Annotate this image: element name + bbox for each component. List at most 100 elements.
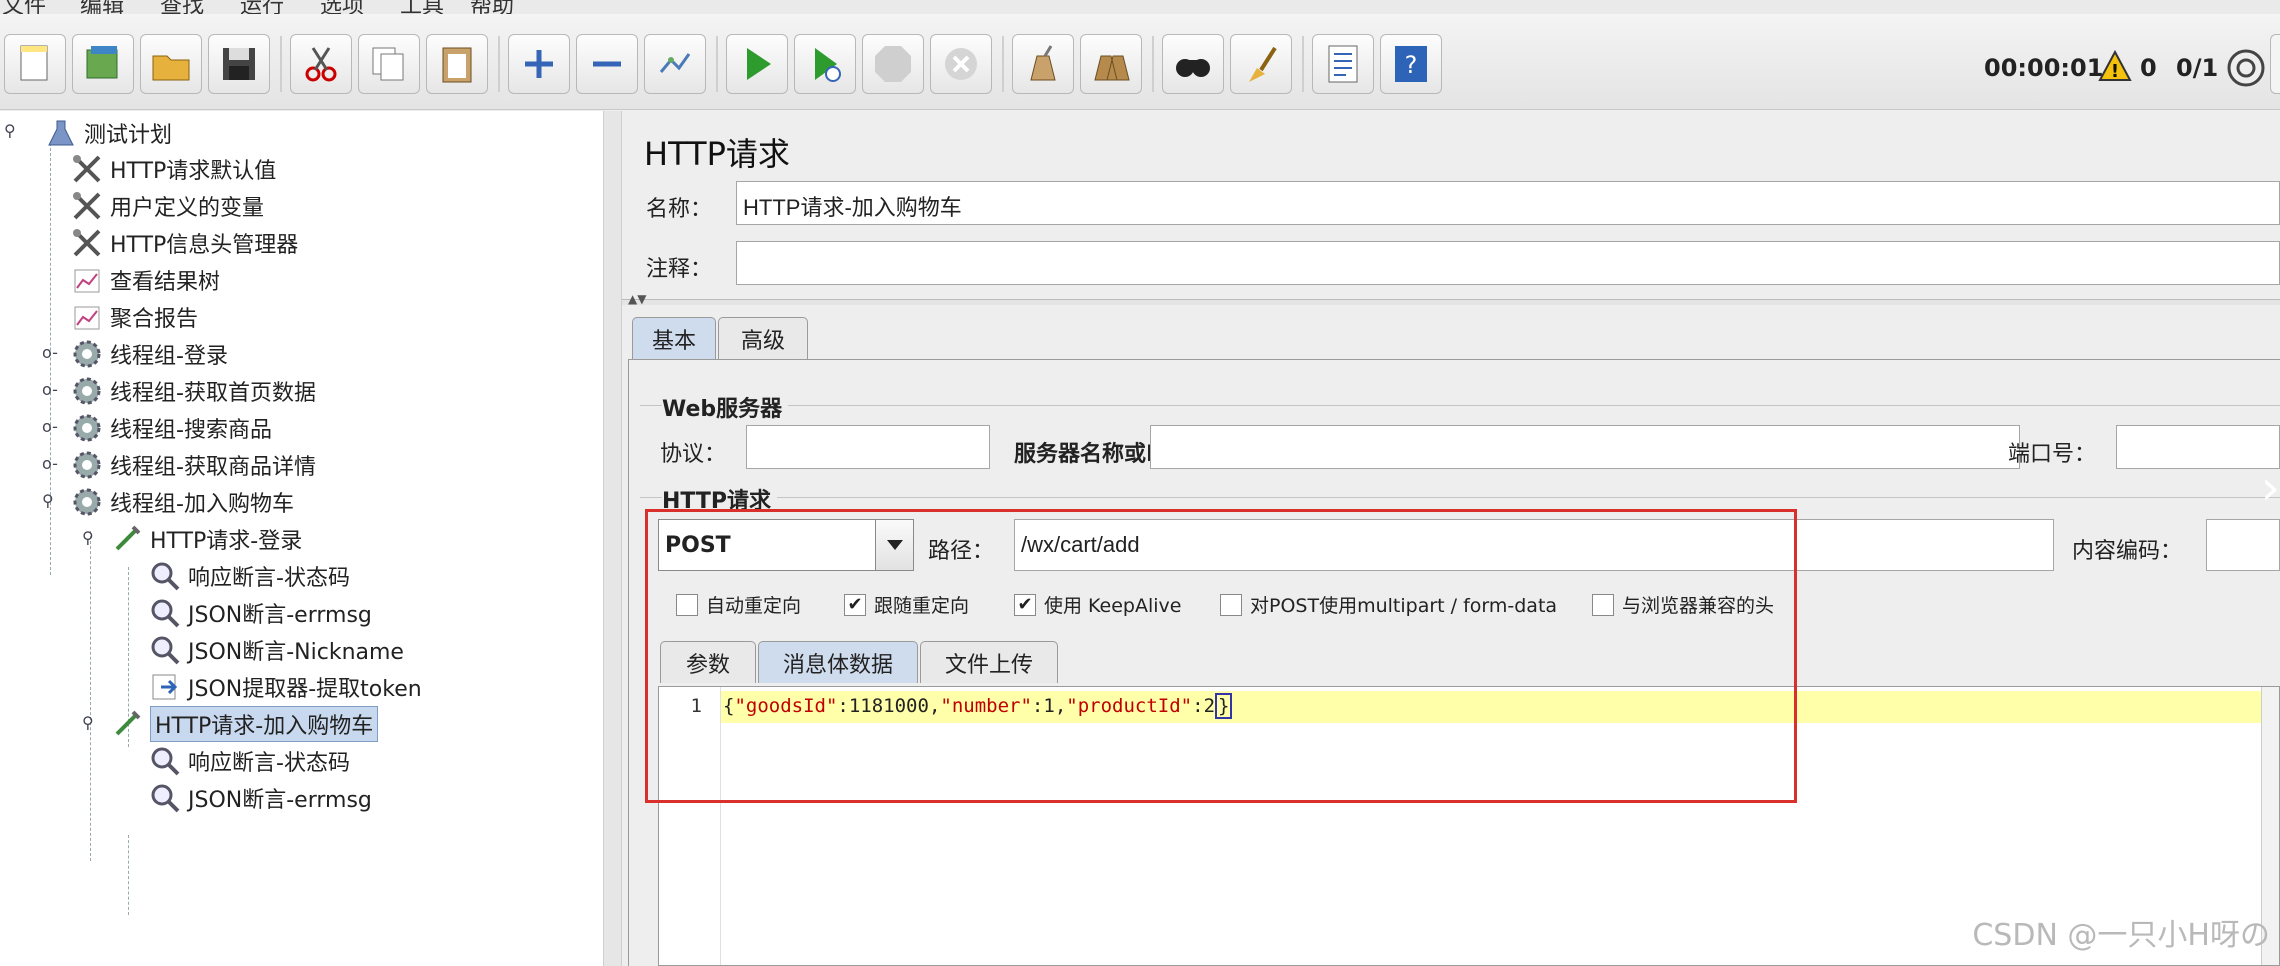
tree-node-thread-detail[interactable]: 线程组-获取商品详情 — [70, 447, 316, 483]
copy-icon — [372, 47, 404, 81]
function-helper-button[interactable] — [1312, 34, 1374, 94]
tree-node-http-login[interactable]: HTTP请求-登录 — [110, 521, 302, 557]
search-button[interactable] — [1162, 34, 1224, 94]
tab-basic[interactable]: 基本 — [632, 317, 716, 359]
wrench-icon — [70, 189, 104, 223]
stop-button[interactable] — [862, 34, 924, 94]
expand-handle[interactable]: o- — [42, 417, 58, 436]
server-field[interactable] — [1150, 425, 2020, 469]
comment-field[interactable] — [736, 241, 2280, 285]
menu-options[interactable]: 选项 — [320, 0, 364, 14]
clear-button[interactable] — [1012, 34, 1074, 94]
shutdown-icon — [945, 48, 977, 80]
tree-node-thread-search[interactable]: 线程组-搜索商品 — [70, 410, 272, 446]
expand-handle[interactable]: o- — [42, 380, 58, 399]
gear-icon — [70, 374, 104, 408]
tree-node-aggregate-report[interactable]: 聚合报告 — [70, 299, 198, 335]
start-no-pause-icon — [815, 48, 841, 82]
menu-run[interactable]: 运行 — [240, 0, 284, 14]
cut-icon — [305, 47, 337, 82]
reset-search-button[interactable] — [1230, 34, 1292, 94]
paste-button[interactable] — [426, 34, 488, 94]
tree-node-user-variables[interactable]: 用户定义的变量 — [70, 188, 264, 224]
name-field[interactable]: HTTP请求-加入购物车 — [736, 181, 2280, 225]
tree-node-label: 聚合报告 — [110, 307, 199, 332]
menu-edit[interactable]: 编辑 — [80, 0, 124, 14]
menu-tools[interactable]: 工具 — [400, 0, 444, 14]
clear-icon — [1030, 45, 1056, 81]
templates-button[interactable] — [72, 34, 134, 94]
help-icon: ? — [1395, 46, 1427, 82]
collapse-handle[interactable]: ⚲ — [82, 528, 94, 547]
save-icon — [223, 48, 255, 80]
collapse-handle[interactable]: ⚲ — [82, 713, 94, 732]
expand-handle[interactable]: o- — [42, 343, 58, 362]
collapse-arrows-icon[interactable]: ▲▼ — [628, 292, 646, 306]
tree-node-assert-status-2[interactable]: 响应断言-状态码 — [148, 743, 350, 779]
tree-node-label: JSON提取器-提取token — [188, 677, 422, 702]
toggle-button[interactable] — [644, 34, 706, 94]
menu-file[interactable]: 文件 — [2, 0, 46, 14]
tree-node-http-add-cart[interactable]: HTTP请求-加入购物车 — [110, 706, 379, 742]
tree-node-thread-homepage[interactable]: 线程组-获取首页数据 — [70, 373, 316, 409]
pane-splitter[interactable] — [604, 111, 622, 966]
collapse-button[interactable] — [576, 34, 638, 94]
magnifier-icon — [148, 633, 182, 667]
tree-node-assert-status[interactable]: 响应断言-状态码 — [148, 558, 350, 594]
web-server-group-title: Web服务器 — [662, 391, 789, 423]
new-button[interactable] — [4, 34, 66, 94]
function-helper-icon — [1328, 45, 1358, 83]
menu-help[interactable]: 帮助 — [470, 0, 514, 14]
open-button[interactable] — [140, 34, 202, 94]
tree-node-thread-login[interactable]: 线程组-登录 — [70, 336, 228, 372]
tree-node-label: 测试计划 — [84, 123, 173, 148]
copy-button[interactable] — [358, 34, 420, 94]
extractor-icon — [148, 670, 182, 704]
collapse-handle[interactable]: ⚲ — [42, 491, 54, 510]
comment-label: 注释： — [646, 257, 713, 282]
gear-icon — [70, 337, 104, 371]
help-button[interactable]: ? — [1380, 34, 1442, 94]
cut-button[interactable] — [290, 34, 352, 94]
expand-handle[interactable]: o- — [42, 454, 58, 473]
tree-node-http-defaults[interactable]: HTTP请求默认值 — [70, 151, 276, 187]
start-no-pause-button[interactable] — [794, 34, 856, 94]
port-field[interactable] — [2116, 425, 2280, 469]
clear-all-button[interactable] — [1080, 34, 1142, 94]
beaker-icon — [44, 116, 78, 150]
elapsed-timer: 00:00:01 — [1984, 54, 2104, 82]
tree-node-label: JSON断言-Nickname — [188, 640, 404, 665]
shutdown-button[interactable] — [930, 34, 992, 94]
collapse-icon — [593, 61, 621, 67]
gear-icon — [70, 448, 104, 482]
tree-node-json-assert-nickname[interactable]: JSON断言-Nickname — [148, 632, 404, 668]
content-encoding-field[interactable] — [2206, 519, 2280, 571]
thread-count: 0/1 — [2176, 54, 2219, 82]
tree-node-json-assert-errmsg-2[interactable]: JSON断言-errmsg — [148, 780, 372, 816]
tree-node-header-manager[interactable]: HTTP信息头管理器 — [70, 225, 298, 261]
remote-status-icon[interactable] — [2226, 48, 2266, 92]
tree-node-label: HTTP请求-加入购物车 — [150, 706, 379, 742]
chevron-right-icon[interactable]: › — [2261, 460, 2280, 516]
tree-node-result-tree[interactable]: 查看结果树 — [70, 262, 220, 298]
protocol-field[interactable] — [746, 425, 990, 469]
tree-node-root[interactable]: 测试计划 — [44, 115, 172, 151]
clear-all-icon — [1094, 55, 1130, 81]
wrench-icon — [70, 226, 104, 260]
tree-node-thread-cart[interactable]: 线程组-加入购物车 — [70, 484, 294, 520]
tree-node-label: 线程组-加入购物车 — [110, 492, 294, 517]
tree-node-label: JSON断言-errmsg — [188, 788, 372, 813]
expand-icon — [525, 50, 553, 78]
start-button[interactable] — [726, 34, 788, 94]
save-button[interactable] — [208, 34, 270, 94]
split-divider[interactable] — [622, 299, 2280, 305]
warning-icon[interactable]: ! — [2098, 49, 2132, 86]
templates-icon — [86, 46, 118, 79]
tab-advanced[interactable]: 高级 — [718, 317, 808, 359]
root-expand-handle[interactable]: ⚲ — [4, 121, 16, 140]
tree-node-json-extractor[interactable]: JSON提取器-提取token — [148, 669, 422, 705]
tree-node-json-assert-errmsg[interactable]: JSON断言-errmsg — [148, 595, 372, 631]
expand-button[interactable] — [508, 34, 570, 94]
menu-search[interactable]: 查找 — [160, 0, 204, 14]
tree-node-label: 线程组-搜索商品 — [110, 418, 272, 443]
